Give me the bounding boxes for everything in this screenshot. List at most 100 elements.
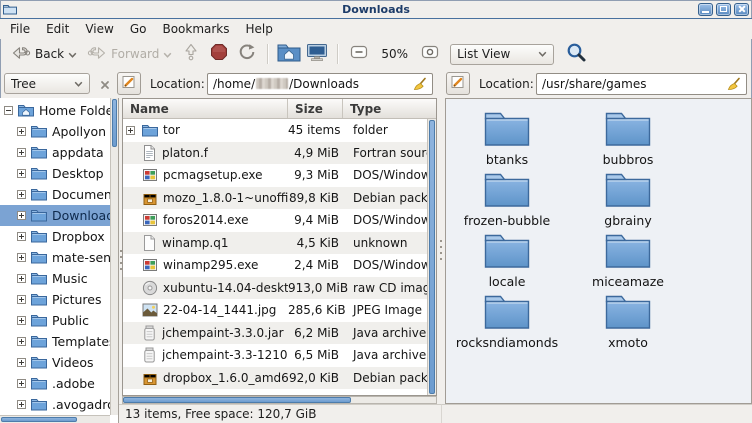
- reload-button[interactable]: [233, 42, 261, 66]
- home-button[interactable]: [275, 42, 303, 66]
- sidebar-horizontal-scrollbar[interactable]: [0, 415, 110, 423]
- file-row[interactable]: foros2014.exe9,4 MiBDOS/Windows ex: [123, 209, 427, 232]
- forward-button[interactable]: Forward: [82, 43, 177, 66]
- forward-dropdown-icon[interactable]: [163, 47, 172, 61]
- tree-expander-icon[interactable]: [17, 316, 26, 325]
- redacted-username: [256, 78, 288, 89]
- file-row[interactable]: pcmagsetup.exe9,3 MiBDOS/Windows ex: [123, 164, 427, 187]
- tree-expander-icon[interactable]: [17, 148, 26, 157]
- tree-expander-icon[interactable]: [17, 379, 26, 388]
- sidebar-item-documents[interactable]: Documents: [0, 184, 110, 205]
- menu-view[interactable]: View: [77, 19, 121, 39]
- folder-item-bubbros[interactable]: bubbros: [569, 109, 687, 167]
- tree-expander-icon[interactable]: [126, 126, 137, 135]
- folder-item-miceamaze[interactable]: miceamaze: [569, 231, 687, 289]
- edit-location-toggle-left[interactable]: [117, 72, 141, 95]
- sidebar-item-music[interactable]: Music: [0, 268, 110, 289]
- sidebar-item-appdata[interactable]: appdata: [0, 142, 110, 163]
- sidebar-item-videos[interactable]: Videos: [0, 352, 110, 373]
- sidebar-item--adobe[interactable]: .adobe: [0, 373, 110, 394]
- path-suffix: /Downloads: [289, 77, 359, 91]
- file-row[interactable]: mozo_1.8.0-1~unoffi...89,8 KiBDebian pac…: [123, 187, 427, 210]
- tree-expander-icon[interactable]: [17, 127, 26, 136]
- search-button[interactable]: [562, 42, 590, 66]
- folder-item-btanks[interactable]: btanks: [448, 109, 566, 167]
- sidebar-item-dropbox[interactable]: Dropbox: [0, 226, 110, 247]
- tree-expander-icon[interactable]: [17, 190, 26, 199]
- scrollbar-thumb[interactable]: [112, 99, 117, 147]
- desktop-button[interactable]: [303, 42, 331, 66]
- sidebar-item-pictures[interactable]: Pictures: [0, 289, 110, 310]
- sidebar-vertical-scrollbar[interactable]: [110, 98, 118, 415]
- menu-file[interactable]: File: [2, 19, 38, 39]
- menu-bookmarks[interactable]: Bookmarks: [154, 19, 237, 39]
- file-row[interactable]: platon.f4,9 MiBFortran source co: [123, 142, 427, 165]
- file-list-horizontal-scrollbar[interactable]: [122, 396, 437, 404]
- zoom-original-button[interactable]: [416, 42, 444, 66]
- tree-expander-icon[interactable]: [17, 232, 26, 241]
- scrollbar-thumb[interactable]: [123, 397, 351, 403]
- tree-expander-icon[interactable]: [4, 106, 13, 115]
- file-row[interactable]: 22-04-14_1441.jpg285,6 KiBJPEG Image: [123, 299, 427, 322]
- column-header-type[interactable]: Type: [343, 99, 436, 118]
- side-pane-close-button[interactable]: [96, 76, 114, 92]
- tree-expander-icon[interactable]: [17, 211, 26, 220]
- file-row[interactable]: jchempaint-3.3-1210...6,5 MiBJava archiv…: [123, 344, 427, 367]
- file-row[interactable]: tor45 itemsfolder: [123, 119, 427, 142]
- location-input-right[interactable]: /usr/share/games: [536, 73, 747, 95]
- deb-package-icon: [142, 370, 158, 386]
- file-row[interactable]: winamp.q14,5 KiBunknown: [123, 232, 427, 255]
- edit-location-toggle-right[interactable]: [446, 72, 470, 95]
- maximize-button[interactable]: [716, 3, 731, 16]
- sidebar-item-templates[interactable]: Templates: [0, 331, 110, 352]
- column-header-size[interactable]: Size: [288, 99, 343, 118]
- sidebar-item-downloads[interactable]: Downloads: [0, 205, 110, 226]
- folder-videos-icon: [31, 356, 47, 369]
- sidebar-item--avogadro[interactable]: .avogadro: [0, 394, 110, 415]
- column-header-name[interactable]: Name: [123, 99, 288, 118]
- tree-expander-icon[interactable]: [17, 337, 26, 346]
- sidebar-item-desktop[interactable]: Desktop: [0, 163, 110, 184]
- back-button[interactable]: Back: [6, 43, 82, 66]
- sidebar-item-public[interactable]: Public: [0, 310, 110, 331]
- scrollbar-thumb[interactable]: [1, 417, 77, 422]
- file-row[interactable]: dropbox_1.6.0_amd6...92,0 KiBDebian pack…: [123, 367, 427, 390]
- folder-item-xmoto[interactable]: xmoto: [569, 292, 687, 350]
- tree-expander-icon[interactable]: [17, 358, 26, 367]
- folder-item-frozen-bubble[interactable]: frozen-bubble: [448, 170, 566, 228]
- close-button[interactable]: [734, 3, 749, 16]
- sidebar-item-home-folder[interactable]: Home Folder: [0, 100, 110, 121]
- up-button[interactable]: [177, 42, 205, 66]
- folder-item-rocksndiamonds[interactable]: rocksndiamonds: [448, 292, 566, 350]
- tree-expander-icon[interactable]: [17, 274, 26, 283]
- menu-help[interactable]: Help: [238, 19, 281, 39]
- scrollbar-thumb[interactable]: [429, 120, 435, 394]
- minimize-button[interactable]: [698, 3, 713, 16]
- clear-path-icon[interactable]: [726, 77, 741, 92]
- menu-go[interactable]: Go: [122, 19, 155, 39]
- tree-expander-icon[interactable]: [17, 169, 26, 178]
- stop-button[interactable]: [205, 42, 233, 66]
- folder-item-locale[interactable]: locale: [448, 231, 566, 289]
- titlebar[interactable]: Downloads: [0, 0, 752, 19]
- clear-path-icon[interactable]: [412, 77, 427, 92]
- file-type: DOS/Windows ex: [343, 258, 427, 272]
- file-row[interactable]: xubuntu-14.04-deskt...913,0 MiBraw CD im…: [123, 277, 427, 300]
- file-row[interactable]: winamp295.exe2,4 MiBDOS/Windows ex: [123, 254, 427, 277]
- pane-splitter[interactable]: [437, 98, 445, 404]
- location-input-left[interactable]: /home//Downloads: [207, 73, 433, 95]
- sidebar-item-apollyon[interactable]: Apollyon: [0, 121, 110, 142]
- zoom-out-button[interactable]: [345, 42, 373, 66]
- back-dropdown-icon[interactable]: [68, 47, 77, 61]
- tree-expander-icon[interactable]: [17, 253, 26, 262]
- view-mode-select[interactable]: List View: [450, 44, 554, 65]
- menu-edit[interactable]: Edit: [38, 19, 77, 39]
- tree-expander-icon[interactable]: [17, 400, 26, 409]
- file-list-vertical-scrollbar[interactable]: [427, 119, 436, 395]
- side-pane-mode-select[interactable]: Tree: [4, 73, 90, 94]
- tree-expander-icon[interactable]: [17, 295, 26, 304]
- file-size: 45 items: [288, 123, 343, 137]
- folder-item-gbrainy[interactable]: gbrainy: [569, 170, 687, 228]
- file-row[interactable]: jchempaint-3.3.0.jar6,2 MiBJava archive: [123, 322, 427, 345]
- sidebar-item-mate-sensors-[interactable]: mate-sensors-: [0, 247, 110, 268]
